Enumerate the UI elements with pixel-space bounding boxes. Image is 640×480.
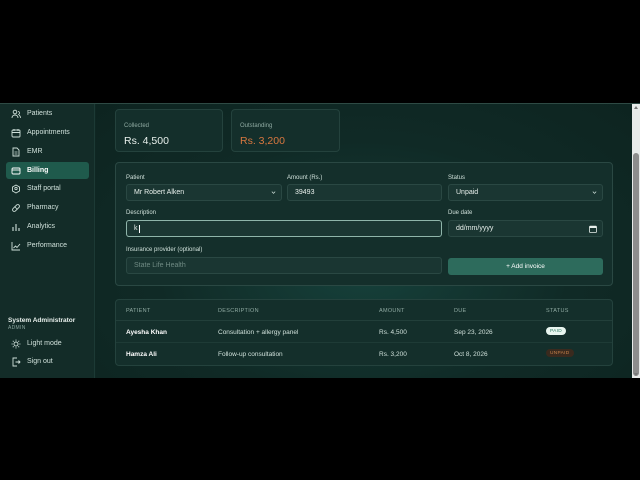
sidebar-item-emr[interactable]: EMR [6,143,89,160]
invoice-form: Patient Mr Robert Alken Amount (Rs.) 394… [115,162,613,286]
column-header-patient: PATIENT [126,308,151,314]
scrollbar-thumb[interactable] [633,153,639,376]
patient-select-value: Mr Robert Alken [134,189,185,196]
column-header-status: STATUS [546,308,569,314]
calendar-picker-icon[interactable] [589,225,597,233]
sidebar-item-label: Staff portal [27,185,61,192]
cell-due: Oct 8, 2026 [454,351,488,358]
description-input[interactable]: k [126,220,442,237]
outstanding-value: Rs. 3,200 [240,135,285,147]
sidebar-item-analytics[interactable]: Analytics [6,218,89,235]
app-window: Patients Appointments EMR Billing Staff … [0,103,640,378]
scroll-up-arrow-icon[interactable] [634,106,638,109]
due-date-placeholder: dd/mm/yyyy [456,225,494,232]
sign-out-button[interactable]: Sign out [6,353,89,370]
due-date-label: Due date [448,210,473,216]
text-caret [138,224,140,233]
light-mode-label: Light mode [27,340,62,347]
chevron-down-icon [592,191,597,194]
document-icon [11,147,21,157]
sidebar-item-label: Performance [27,242,68,249]
amount-input[interactable]: 39493 [287,184,442,201]
table-header: PATIENT DESCRIPTION AMOUNT DUE STATUS [116,300,612,321]
insurance-label: Insurance provider (optional) [126,247,203,253]
page-scrollbar[interactable] [632,104,640,378]
cell-patient: Hamza Ali [126,351,157,358]
due-date-input[interactable]: dd/mm/yyyy [448,220,603,237]
users-icon [11,109,21,119]
outstanding-card: Outstanding Rs. 3,200 [231,109,340,152]
collected-label: Collected [124,123,150,129]
cell-amount: Rs. 3,200 [379,351,407,358]
add-invoice-button[interactable]: + Add invoice [448,258,603,275]
patient-label: Patient [126,175,145,181]
patient-select[interactable]: Mr Robert Alken [126,184,282,201]
status-badge: PAID [546,327,567,335]
sun-icon [11,339,21,349]
cell-description: Consultation + allergy panel [218,329,299,336]
trend-icon [11,241,21,251]
id-badge-icon [11,183,21,194]
insurance-placeholder: State Life Health [134,262,186,269]
table-row[interactable]: Hamza Ali Follow-up consultation Rs. 3,2… [116,343,612,365]
sidebar-item-patients[interactable]: Patients [6,105,89,122]
scroll-down-arrow-icon[interactable] [634,373,638,376]
calendar-icon [11,128,21,138]
table-row[interactable]: Ayesha Khan Consultation + allergy panel… [116,321,612,343]
cell-amount: Rs. 4,500 [379,329,407,336]
sidebar-item-label: Analytics [27,223,56,230]
description-input-value: k [134,225,138,232]
status-select[interactable]: Unpaid [448,184,603,201]
column-header-description: DESCRIPTION [218,308,259,314]
chevron-down-icon [271,191,276,194]
status-select-value: Unpaid [456,189,479,196]
insurance-input[interactable]: State Life Health [126,257,442,274]
card-icon [11,166,21,176]
sidebar-item-pharmacy[interactable]: Pharmacy [6,199,89,216]
amount-label: Amount (Rs.) [287,175,323,181]
main-content: Collected Rs. 4,500 Outstanding Rs. 3,20… [96,104,632,378]
sidebar-item-billing[interactable]: Billing [6,162,89,179]
sidebar: Patients Appointments EMR Billing Staff … [0,104,95,378]
sidebar-item-staff-portal[interactable]: Staff portal [6,180,89,197]
user-name: System Administrator [8,317,76,324]
sidebar-item-label: Pharmacy [27,204,59,211]
sidebar-item-performance[interactable]: Performance [6,237,89,254]
sidebar-item-label: Appointments [27,129,70,136]
column-header-amount: AMOUNT [379,308,405,314]
column-header-due: DUE [454,308,467,314]
user-role: ADMIN [8,325,26,331]
pill-icon [11,203,21,213]
collected-value: Rs. 4,500 [124,135,169,147]
invoice-table: PATIENT DESCRIPTION AMOUNT DUE STATUS Ay… [115,299,613,366]
collected-card: Collected Rs. 4,500 [115,109,223,152]
sidebar-item-appointments[interactable]: Appointments [6,124,89,141]
sign-out-icon [11,357,21,367]
sign-out-label: Sign out [27,358,53,365]
sidebar-item-label: Billing [27,167,49,174]
description-label: Description [126,210,157,216]
status-badge: UNPAID [546,349,574,357]
amount-input-value: 39493 [295,189,315,196]
sidebar-item-label: EMR [27,148,43,155]
cell-description: Follow-up consultation [218,351,283,358]
bar-chart-icon [11,222,21,232]
light-mode-toggle[interactable]: Light mode [6,335,89,352]
cell-patient: Ayesha Khan [126,329,167,336]
cell-due: Sep 23, 2026 [454,329,493,336]
outstanding-label: Outstanding [240,123,273,129]
status-label: Status [448,175,466,181]
sidebar-item-label: Patients [27,110,53,117]
